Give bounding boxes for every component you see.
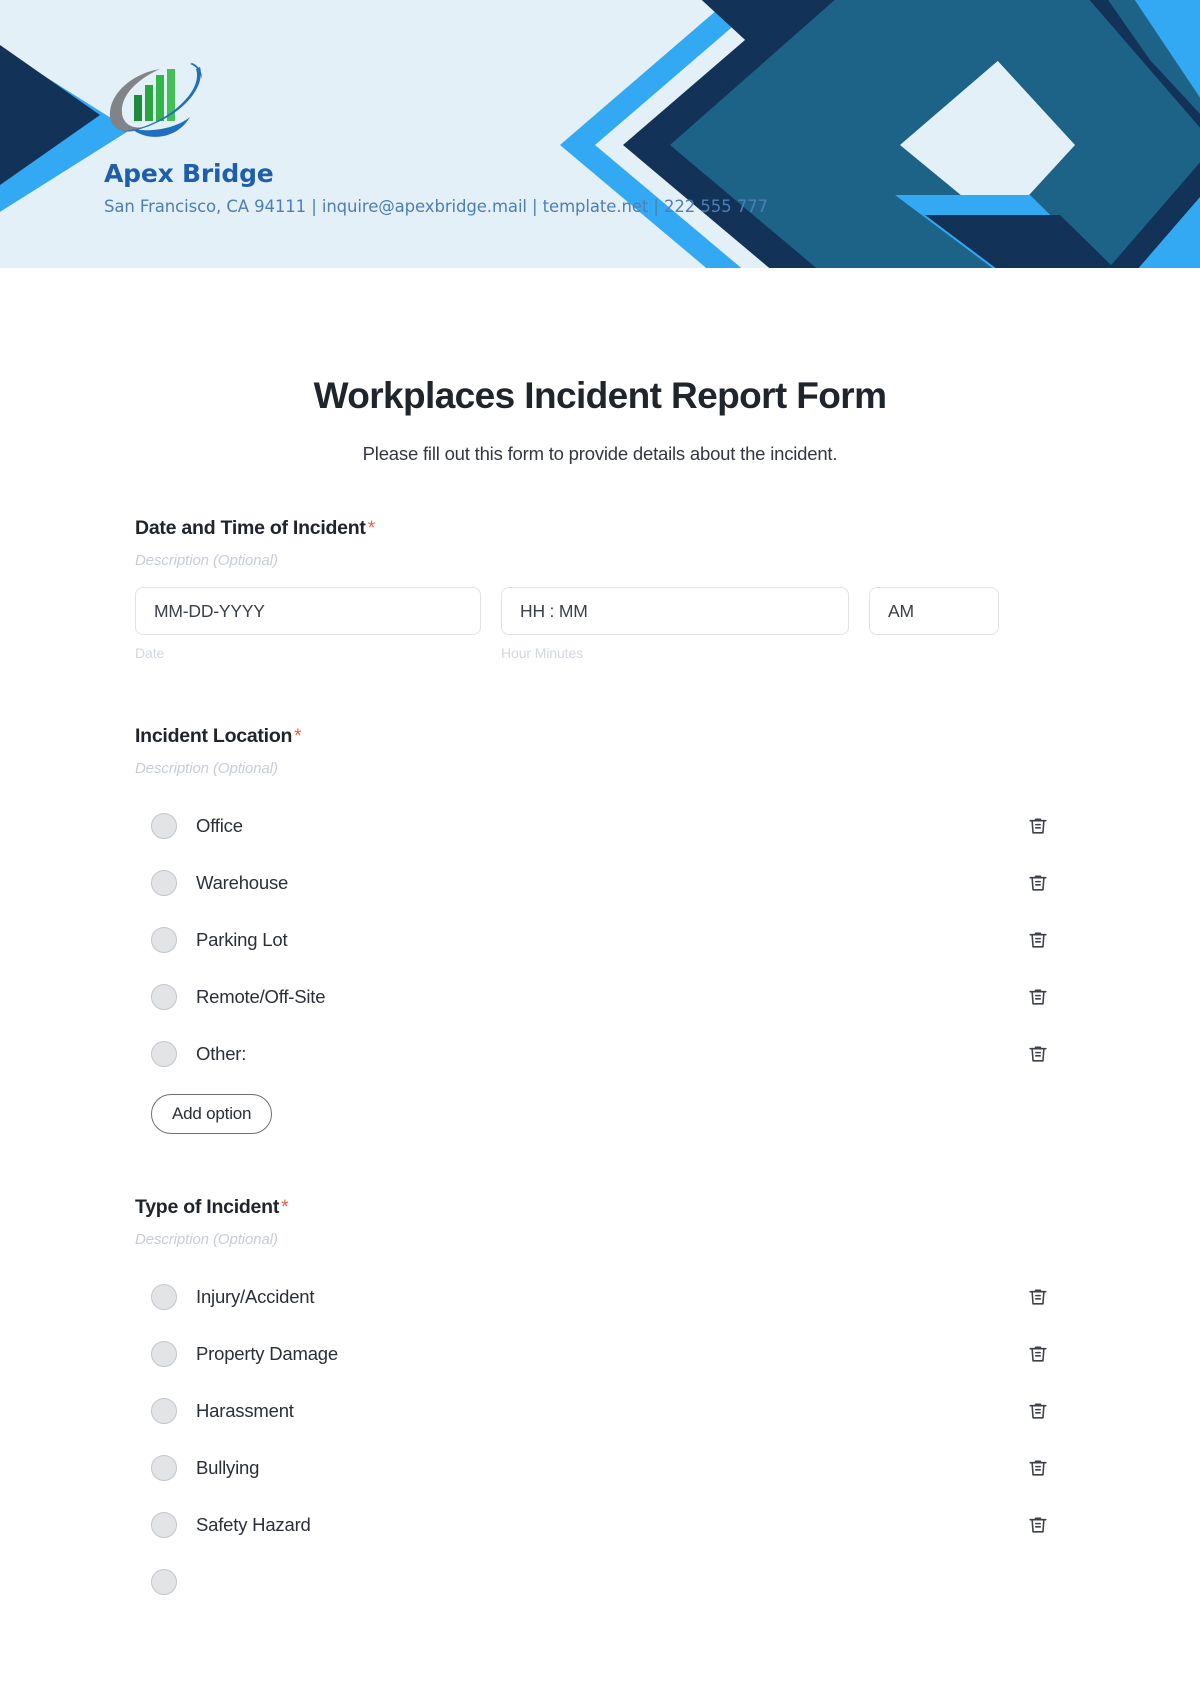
field-description-date-and-time: Description (Optional) <box>135 552 278 569</box>
radio-unselected-icon[interactable] <box>151 983 177 1010</box>
list-item[interactable]: Other: <box>135 1025 1065 1082</box>
option-label: Office <box>196 814 243 836</box>
page-title: Workplaces Incident Report Form <box>313 375 887 416</box>
datetime-sublabel-row: Date Hour Minutes <box>135 645 1065 661</box>
field-label-type-of-incident: Type of Incident * <box>135 1196 1065 1219</box>
bar-chart-swoosh-logo-icon <box>109 63 202 137</box>
trash-icon[interactable] <box>1025 984 1051 1010</box>
list-item[interactable]: Safety Hazard <box>135 1496 1065 1553</box>
list-item[interactable]: Warehouse <box>135 854 1065 911</box>
radio-unselected-icon[interactable] <box>151 926 177 953</box>
list-item[interactable]: Bullying <box>135 1439 1065 1496</box>
ampm-select[interactable]: AM <box>869 587 999 635</box>
list-item[interactable]: Property Damage <box>135 1325 1065 1382</box>
list-item[interactable]: Harassment <box>135 1382 1065 1439</box>
page-subtitle: Please fill out this form to provide det… <box>362 443 838 464</box>
radio-unselected-icon[interactable] <box>151 1568 177 1595</box>
radio-unselected-icon[interactable] <box>151 1340 177 1367</box>
option-label: Remote/Off-Site <box>196 985 326 1007</box>
list-item[interactable]: Remote/Off-Site <box>135 968 1065 1025</box>
field-date-and-time: Date and Time of Incident * Description (… <box>135 517 1065 661</box>
trash-icon[interactable] <box>1025 1512 1051 1538</box>
brand-name: Apex Bridge <box>104 159 274 188</box>
required-asterisk: * <box>281 1197 289 1218</box>
field-label-date-and-time: Date and Time of Incident * <box>135 517 1065 540</box>
trash-icon[interactable] <box>1025 1398 1051 1424</box>
option-label: Warehouse <box>196 871 289 893</box>
datetime-input-row: MM-DD-YYYY HH : MM AM <box>135 587 1065 635</box>
list-item[interactable]: Office <box>135 797 1065 854</box>
date-input[interactable]: MM-DD-YYYY <box>135 587 481 635</box>
trash-icon[interactable] <box>1025 1284 1051 1310</box>
required-asterisk: * <box>367 518 375 539</box>
field-label-text: Type of Incident <box>135 1196 280 1218</box>
field-label-incident-location: Incident Location * <box>135 725 1065 748</box>
field-description-type-of-incident: Description (Optional) <box>135 1231 278 1248</box>
option-label: Property Damage <box>196 1342 338 1364</box>
radio-unselected-icon[interactable] <box>151 1454 177 1481</box>
list-item[interactable]: Injury/Accident <box>135 1268 1065 1325</box>
radio-unselected-icon[interactable] <box>151 1397 177 1424</box>
date-sublabel: Date <box>135 645 165 661</box>
field-label-text: Date and Time of Incident <box>135 517 366 539</box>
brand-block: Apex Bridge San Francisco, CA 94111 | in… <box>104 55 768 216</box>
list-item[interactable]: Parking Lot <box>135 911 1065 968</box>
trash-icon[interactable] <box>1025 1341 1051 1367</box>
trash-icon[interactable] <box>1025 870 1051 896</box>
option-label: Injury/Accident <box>196 1285 315 1307</box>
list-item-partial[interactable] <box>135 1553 1065 1610</box>
required-asterisk: * <box>294 726 302 747</box>
radio-unselected-icon[interactable] <box>151 1040 177 1067</box>
brand-contact: San Francisco, CA 94111 | inquire@apexbr… <box>104 197 768 216</box>
form-body: Workplaces Incident Report Form Please f… <box>0 375 1200 1610</box>
radio-unselected-icon[interactable] <box>151 869 177 896</box>
field-type-of-incident: Type of Incident * Description (Optional)… <box>135 1196 1065 1610</box>
option-label: Bullying <box>196 1456 260 1478</box>
hour-minutes-sublabel: Hour Minutes <box>501 645 584 661</box>
incident-location-option-list: Office Warehouse Parking Lot Remote/Off-… <box>135 797 1065 1134</box>
radio-unselected-icon[interactable] <box>151 812 177 839</box>
header-banner: Apex Bridge San Francisco, CA 94111 | in… <box>0 0 1200 290</box>
option-label: Harassment <box>196 1399 294 1421</box>
radio-unselected-icon[interactable] <box>151 1283 177 1310</box>
field-incident-location: Incident Location * Description (Optional… <box>135 725 1065 1134</box>
type-of-incident-option-list: Injury/Accident Property Damage Harassme… <box>135 1268 1065 1610</box>
trash-icon[interactable] <box>1025 927 1051 953</box>
trash-icon[interactable] <box>1025 1041 1051 1067</box>
time-input[interactable]: HH : MM <box>501 587 849 635</box>
radio-unselected-icon[interactable] <box>151 1511 177 1538</box>
field-description-incident-location: Description (Optional) <box>135 760 278 777</box>
trash-icon[interactable] <box>1025 1455 1051 1481</box>
add-option-button[interactable]: Add option <box>151 1094 273 1134</box>
trash-icon[interactable] <box>1025 813 1051 839</box>
option-label: Other: <box>196 1042 247 1064</box>
field-label-text: Incident Location <box>135 725 293 747</box>
option-label: Safety Hazard <box>196 1513 311 1535</box>
option-label: Parking Lot <box>196 928 288 950</box>
